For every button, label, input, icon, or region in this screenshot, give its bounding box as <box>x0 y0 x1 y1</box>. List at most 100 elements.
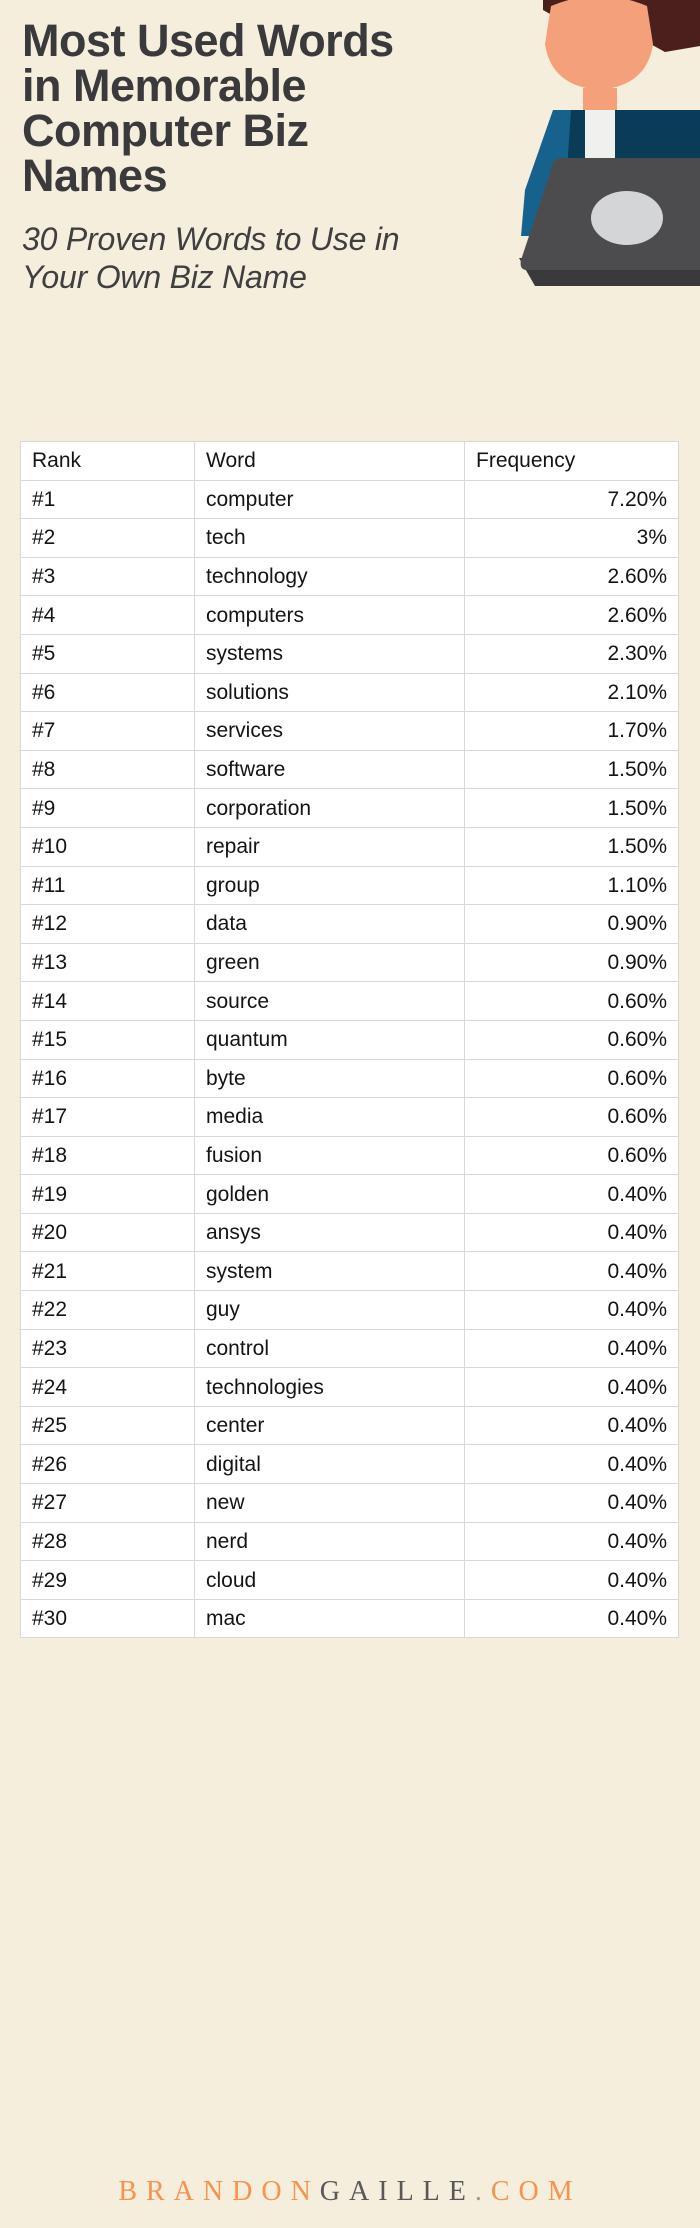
words-table-container: Rank Word Frequency #1 computer 7.20% #2 tec… <box>20 441 679 1639</box>
cell-rank: #24 <box>20 1367 195 1407</box>
cell-word: system <box>194 1251 465 1292</box>
cell-rank: #26 <box>20 1444 195 1485</box>
cell-word: new <box>194 1483 465 1523</box>
cell-frequency: 0.60% <box>464 1135 679 1176</box>
cell-frequency: 0.40% <box>464 1328 679 1369</box>
table-row: #21 system 0.40% <box>20 1251 679 1292</box>
cell-rank: #7 <box>20 711 195 751</box>
cell-word: cloud <box>194 1560 465 1600</box>
table-row: #23 control 0.40% <box>20 1328 679 1369</box>
cell-rank: #12 <box>20 904 195 944</box>
cell-rank: #8 <box>20 749 195 790</box>
cell-frequency: 0.40% <box>464 1367 679 1407</box>
cell-word: computer <box>194 479 465 520</box>
brand-part-dot: . <box>474 2176 491 2207</box>
brand-part-com: COM <box>490 2176 582 2207</box>
table-row: #1 computer 7.20% <box>20 479 679 520</box>
cell-frequency: 0.40% <box>464 1174 679 1214</box>
page-title: Most Used Words in Memorable Computer Bi… <box>22 15 394 201</box>
table-row: #25 center 0.40% <box>20 1405 679 1446</box>
cell-rank: #29 <box>20 1560 195 1600</box>
cell-word: systems <box>194 633 465 674</box>
table-header: Rank Word Frequency <box>20 441 679 481</box>
hair-top <box>560 0 700 20</box>
cell-rank: #4 <box>20 595 195 635</box>
cell-frequency: 0.60% <box>464 981 679 1021</box>
cell-rank: #30 <box>20 1598 195 1639</box>
cell-frequency: 0.40% <box>464 1560 679 1600</box>
table-row: #10 repair 1.50% <box>20 826 679 867</box>
table-row: #13 green 0.90% <box>20 942 679 983</box>
cell-frequency: 0.90% <box>464 942 679 983</box>
cell-frequency: 0.60% <box>464 1019 679 1060</box>
table-row: #19 golden 0.40% <box>20 1174 679 1214</box>
cell-word: mac <box>194 1598 465 1639</box>
brand-part-brandon: BRANDON <box>118 2176 320 2207</box>
cell-rank: #3 <box>20 556 195 597</box>
cell-rank: #18 <box>20 1135 195 1176</box>
column-header-rank: Rank <box>20 441 195 481</box>
title-block: Most Used Words in Memorable Computer Bi… <box>22 18 532 297</box>
cell-word: technology <box>194 556 465 597</box>
table-row: #4 computers 2.60% <box>20 595 679 635</box>
cell-rank: #21 <box>20 1251 195 1292</box>
table-row: #9 corporation 1.50% <box>20 788 679 828</box>
table-row: #16 byte 0.60% <box>20 1058 679 1099</box>
table-row: #6 solutions 2.10% <box>20 672 679 713</box>
cell-frequency: 3% <box>464 518 679 558</box>
cell-rank: #10 <box>20 826 195 867</box>
cell-word: control <box>194 1328 465 1369</box>
cell-frequency: 0.40% <box>464 1405 679 1446</box>
cell-word: computers <box>194 595 465 635</box>
cell-word: data <box>194 904 465 944</box>
laptop-logo-icon <box>591 191 663 245</box>
cell-frequency: 0.40% <box>464 1444 679 1485</box>
cell-frequency: 0.40% <box>464 1483 679 1523</box>
face-shape <box>545 0 653 90</box>
cell-rank: #27 <box>20 1483 195 1523</box>
cell-word: media <box>194 1097 465 1137</box>
cell-frequency: 1.50% <box>464 788 679 828</box>
brand-footer: BRANDONGAILLE.COM <box>0 2176 700 2208</box>
cell-rank: #16 <box>20 1058 195 1099</box>
table-row: #3 technology 2.60% <box>20 556 679 597</box>
cell-word: tech <box>194 518 465 558</box>
cell-frequency: 2.10% <box>464 672 679 713</box>
cell-word: green <box>194 942 465 983</box>
cell-word: software <box>194 749 465 790</box>
cell-word: center <box>194 1405 465 1446</box>
cell-word: nerd <box>194 1521 465 1562</box>
cell-word: digital <box>194 1444 465 1485</box>
brand-part-gaille: GAILLE <box>319 2176 475 2207</box>
cell-rank: #13 <box>20 942 195 983</box>
table-row: #7 services 1.70% <box>20 711 679 751</box>
table-row: #27 new 0.40% <box>20 1483 679 1523</box>
cell-frequency: 2.30% <box>464 633 679 674</box>
cell-rank: #14 <box>20 981 195 1021</box>
table-row: #12 data 0.90% <box>20 904 679 944</box>
cell-frequency: 2.60% <box>464 595 679 635</box>
cell-word: byte <box>194 1058 465 1099</box>
suit-jacket <box>553 110 657 220</box>
cell-rank: #17 <box>20 1097 195 1137</box>
cell-rank: #9 <box>20 788 195 828</box>
column-header-frequency: Frequency <box>464 441 679 481</box>
header-section: Most Used Words in Memorable Computer Bi… <box>0 0 700 430</box>
table-row: #11 group 1.10% <box>20 865 679 906</box>
cell-frequency: 0.40% <box>464 1251 679 1292</box>
cell-word: guy <box>194 1290 465 1330</box>
table-row: #18 fusion 0.60% <box>20 1135 679 1176</box>
table-row: #28 nerd 0.40% <box>20 1521 679 1562</box>
table-row: #8 software 1.50% <box>20 749 679 790</box>
cell-word: group <box>194 865 465 906</box>
table-row: #20 ansys 0.40% <box>20 1212 679 1253</box>
table-body: #1 computer 7.20% #2 tech 3% #3 technology 2.60%… <box>20 479 679 1639</box>
infographic-page: Most Used Words in Memorable Computer Bi… <box>0 0 700 2228</box>
cell-rank: #2 <box>20 518 195 558</box>
cell-rank: #22 <box>20 1290 195 1330</box>
table-row: #5 systems 2.30% <box>20 633 679 674</box>
cell-rank: #1 <box>20 479 195 520</box>
cell-word: technologies <box>194 1367 465 1407</box>
table-row: #2 tech 3% <box>20 518 679 558</box>
shirt-shape <box>585 110 615 220</box>
